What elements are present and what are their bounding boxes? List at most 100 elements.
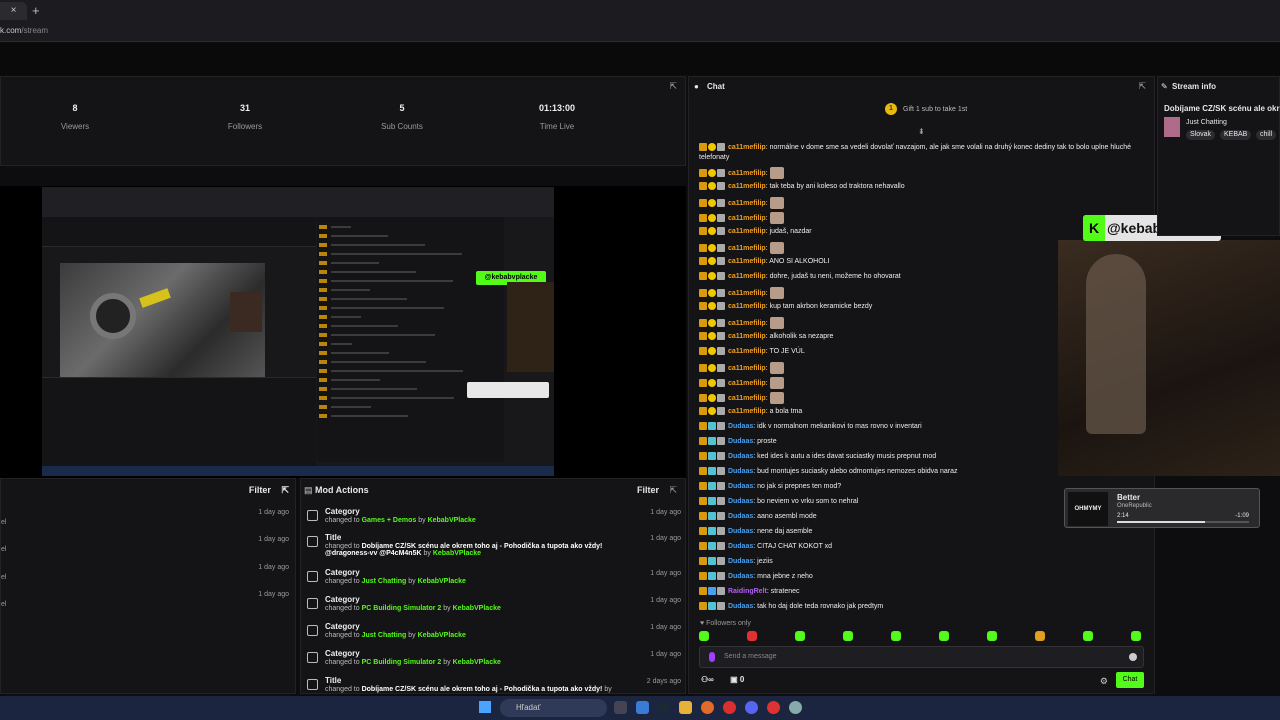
chat-username[interactable]: ca11mefilip <box>728 273 766 280</box>
firefox-icon[interactable] <box>701 701 714 714</box>
gift-sub-banner[interactable]: 1 Gift 1 sub to take 1st <box>885 103 967 115</box>
url-text[interactable]: k.com/stream <box>0 26 48 35</box>
chat-username[interactable]: ca11mefilip <box>728 395 766 402</box>
browser-tab[interactable]: × <box>0 2 27 20</box>
chat-username[interactable]: ca11mefilip <box>728 144 766 151</box>
chat-username[interactable]: ca11mefilip <box>728 245 766 252</box>
sub-badge-icon <box>708 437 716 446</box>
moderator-name[interactable]: KebabVPlacke <box>453 659 501 666</box>
task-view-icon[interactable] <box>614 701 627 714</box>
moderator-name[interactable]: KebabVPlacke <box>418 578 466 585</box>
chat-username[interactable]: Dudaas <box>728 468 753 475</box>
chat-username[interactable]: Dudaas <box>728 513 753 520</box>
gear-icon[interactable]: ⚙ <box>1100 676 1108 687</box>
activity-filter[interactable]: Filter ⇱ <box>249 485 289 496</box>
mod-actions-filter[interactable]: Filter <box>637 485 659 495</box>
quick-emote-icon[interactable] <box>795 631 805 641</box>
preview-tool <box>139 288 171 308</box>
preview-chat-badge <box>319 378 327 382</box>
chat-username[interactable]: ca11mefilip <box>728 183 766 190</box>
expand-icon[interactable]: ⇱ <box>669 81 677 92</box>
quick-emote-icon[interactable] <box>987 631 997 641</box>
preview-chat-badge <box>319 324 327 328</box>
chat-message: ca11mefilip: <box>699 197 1139 209</box>
mic-icon[interactable] <box>709 652 715 662</box>
quick-emote-icon[interactable] <box>699 631 709 641</box>
quick-emote-icon[interactable] <box>1083 631 1093 641</box>
chat-username[interactable]: ca11mefilip <box>728 380 766 387</box>
send-message-input[interactable]: Send a message <box>699 646 1144 668</box>
chrome-icon[interactable] <box>767 701 780 714</box>
chat-username[interactable]: Dudaas <box>728 558 753 565</box>
chat-username[interactable]: Dudaas <box>728 438 753 445</box>
chat-username[interactable]: ca11mefilip <box>728 200 766 207</box>
quick-emote-icon[interactable] <box>891 631 901 641</box>
chat-username[interactable]: Dudaas <box>728 483 753 490</box>
chat-username[interactable]: RaidingRelt <box>728 588 767 595</box>
quick-emote-icon[interactable] <box>939 631 949 641</box>
preview-chat-badge <box>319 288 327 292</box>
mod-action-time: 1 day ago <box>650 570 681 577</box>
preview-chat-line <box>331 370 463 372</box>
chat-username[interactable]: ca11mefilip <box>728 215 766 222</box>
store-icon[interactable] <box>636 701 649 714</box>
chat-username[interactable]: ca11mefilip <box>728 348 766 355</box>
chat-username[interactable]: Dudaas <box>728 423 753 430</box>
chat-username[interactable]: Dudaas <box>728 573 753 580</box>
crown-badge-icon <box>699 542 707 551</box>
chat-username[interactable]: Dudaas <box>728 453 753 460</box>
address-bar[interactable]: k.com/stream <box>0 22 1280 42</box>
chat-username[interactable]: Dudaas <box>728 528 753 535</box>
song-artist: OneRepublic <box>1117 503 1152 509</box>
close-tab-icon[interactable]: × <box>11 5 17 16</box>
chat-username[interactable]: Dudaas <box>728 603 753 610</box>
chat-send-button[interactable]: Chat <box>1116 672 1144 688</box>
folder-icon[interactable] <box>679 701 692 714</box>
chat-username[interactable]: ca11mefilip <box>728 333 766 340</box>
emote-badge-icon <box>717 497 725 506</box>
mod-action-detail: changed to Games + Demos by KebabVPlacke <box>325 517 476 524</box>
scroll-down-icon[interactable]: ⇟ <box>918 127 925 136</box>
chat-text: : proste <box>753 438 777 445</box>
mod-action-time: 1 day ago <box>650 651 681 658</box>
emote-badge-icon <box>717 182 725 191</box>
expand-icon[interactable]: ⇱ <box>1138 81 1146 92</box>
users-icon[interactable]: ⚇∞ <box>701 675 714 684</box>
windows-start-icon[interactable] <box>479 701 491 713</box>
gift-icon[interactable]: ▣ <box>730 675 738 684</box>
moderator-name[interactable]: KebabVPlacke <box>433 550 481 557</box>
chat-username[interactable]: ca11mefilip <box>728 408 766 415</box>
media-player-icon[interactable] <box>723 701 736 714</box>
quick-emote-icon[interactable] <box>843 631 853 641</box>
expand-icon[interactable]: ⇱ <box>669 485 677 496</box>
preview-wheel <box>90 293 136 339</box>
moderator-name[interactable]: KebabVPlacke <box>418 632 466 639</box>
expand-icon[interactable]: ⇱ <box>281 485 289 495</box>
chat-text: : nene daj asemble <box>753 528 813 535</box>
new-tab-button[interactable]: + <box>32 2 40 20</box>
moderator-name[interactable]: KebabVPlacke <box>453 605 501 612</box>
chat-username[interactable]: ca11mefilip <box>728 320 766 327</box>
chat-username[interactable]: ca11mefilip <box>728 303 766 310</box>
mod-action-detail: changed to Dobíjame CZ/SK scénu ale okre… <box>325 686 625 694</box>
quick-emote-icon[interactable] <box>1035 631 1045 641</box>
chat-username[interactable]: Dudaas <box>728 498 753 505</box>
quick-emote-icon[interactable] <box>747 631 757 641</box>
chat-username[interactable]: ca11mefilip <box>728 228 766 235</box>
chat-username[interactable]: Dudaas <box>728 543 753 550</box>
chat-username[interactable]: ca11mefilip <box>728 290 766 297</box>
chat-icon: ● <box>694 82 699 91</box>
category-change-icon <box>307 571 318 582</box>
app-icon[interactable] <box>789 701 802 714</box>
discord-icon[interactable] <box>745 701 758 714</box>
moderator-name[interactable]: KebabVPlacke <box>325 693 373 694</box>
chat-username[interactable]: ca11mefilip <box>728 170 766 177</box>
emoji-icon[interactable] <box>1129 653 1137 661</box>
quick-emote-icon[interactable] <box>1131 631 1141 641</box>
chat-username[interactable]: ca11mefilip <box>728 365 766 372</box>
moderator-name[interactable]: KebabVPlacke <box>428 517 476 524</box>
activity-time: 1 day ago <box>258 564 289 571</box>
chat-username[interactable]: ca11mefilip <box>728 258 766 265</box>
steam-icon[interactable] <box>657 701 670 714</box>
taskbar-search[interactable]: Hľadať <box>500 699 607 717</box>
